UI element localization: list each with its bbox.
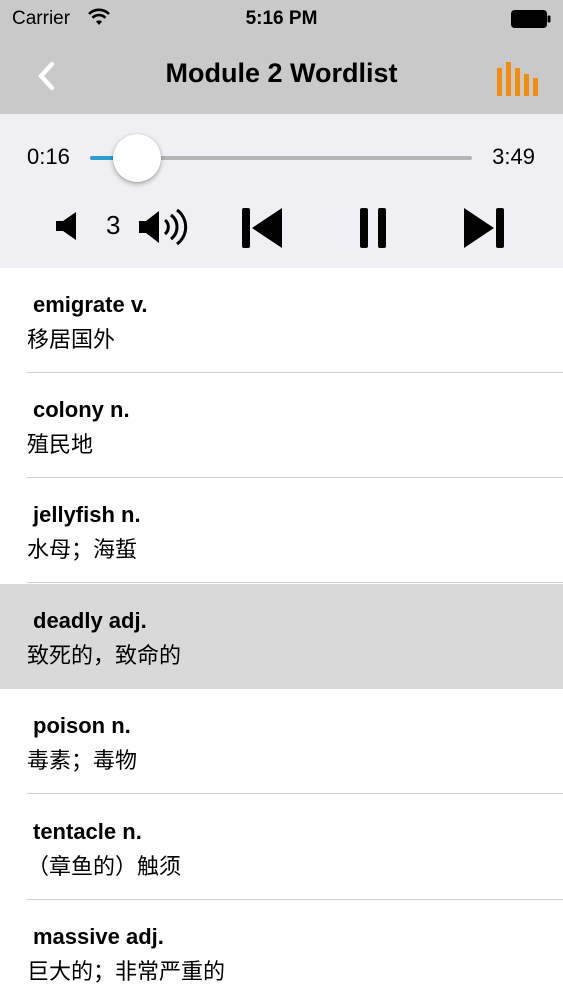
- navigation-bar: Module 2 Wordlist: [0, 38, 563, 114]
- audio-player: 0:16 3:49 3: [0, 114, 563, 268]
- row-divider: [27, 793, 563, 794]
- volume-up-icon[interactable]: [137, 206, 191, 248]
- audio-bars-icon[interactable]: [495, 62, 539, 96]
- volume-down-icon[interactable]: [54, 210, 82, 242]
- row-divider: [27, 582, 563, 583]
- elapsed-time: 0:16: [27, 144, 70, 169]
- page-title: Module 2 Wordlist: [165, 58, 398, 88]
- list-item[interactable]: tentacle n. （章鱼的）触须: [0, 795, 563, 900]
- word-term: colony n.: [33, 397, 130, 422]
- top-bar: Carrier 5:16 PM Module 2 Wordlist: [0, 0, 563, 114]
- word-term: tentacle n.: [33, 819, 142, 844]
- status-bar: Carrier 5:16 PM: [0, 0, 563, 38]
- list-item[interactable]: poison n. 毒素；毒物: [0, 689, 563, 794]
- list-item[interactable]: emigrate v. 移居国外: [0, 268, 563, 373]
- list-item[interactable]: massive adj. 巨大的；非常严重的: [0, 900, 563, 1000]
- word-term: poison n.: [33, 713, 131, 738]
- word-term: deadly adj.: [33, 608, 147, 633]
- status-time: 5:16 PM: [245, 8, 318, 29]
- list-item-selected[interactable]: deadly adj. 致死的，致命的: [0, 584, 563, 689]
- list-item[interactable]: jellyfish n. 水母；海蜇: [0, 478, 563, 583]
- word-meaning: 致死的，致命的: [27, 644, 182, 669]
- word-meaning: 水母；海蜇: [27, 538, 138, 563]
- battery-icon: [511, 10, 551, 28]
- playback-controls: 3: [0, 198, 563, 258]
- previous-track-button[interactable]: [238, 206, 286, 250]
- next-track-button[interactable]: [460, 206, 508, 250]
- word-term: massive adj.: [33, 924, 164, 949]
- word-meaning: 巨大的；非常严重的: [27, 960, 226, 985]
- total-time: 3:49: [492, 144, 535, 169]
- word-meaning: 殖民地: [27, 433, 94, 458]
- volume-value: 3: [106, 210, 121, 240]
- word-meaning: 移居国外: [27, 328, 116, 353]
- progress-thumb[interactable]: [112, 134, 161, 182]
- word-meaning: （章鱼的）触须: [27, 855, 182, 880]
- list-item[interactable]: colony n. 殖民地: [0, 373, 563, 478]
- word-term: jellyfish n.: [33, 502, 141, 527]
- word-list: emigrate v. 移居国外 colony n. 殖民地 jellyfish…: [0, 268, 563, 1000]
- progress-slider[interactable]: [90, 134, 472, 182]
- word-meaning: 毒素；毒物: [27, 749, 138, 774]
- pause-button[interactable]: [356, 206, 392, 250]
- word-term: emigrate v.: [33, 292, 148, 317]
